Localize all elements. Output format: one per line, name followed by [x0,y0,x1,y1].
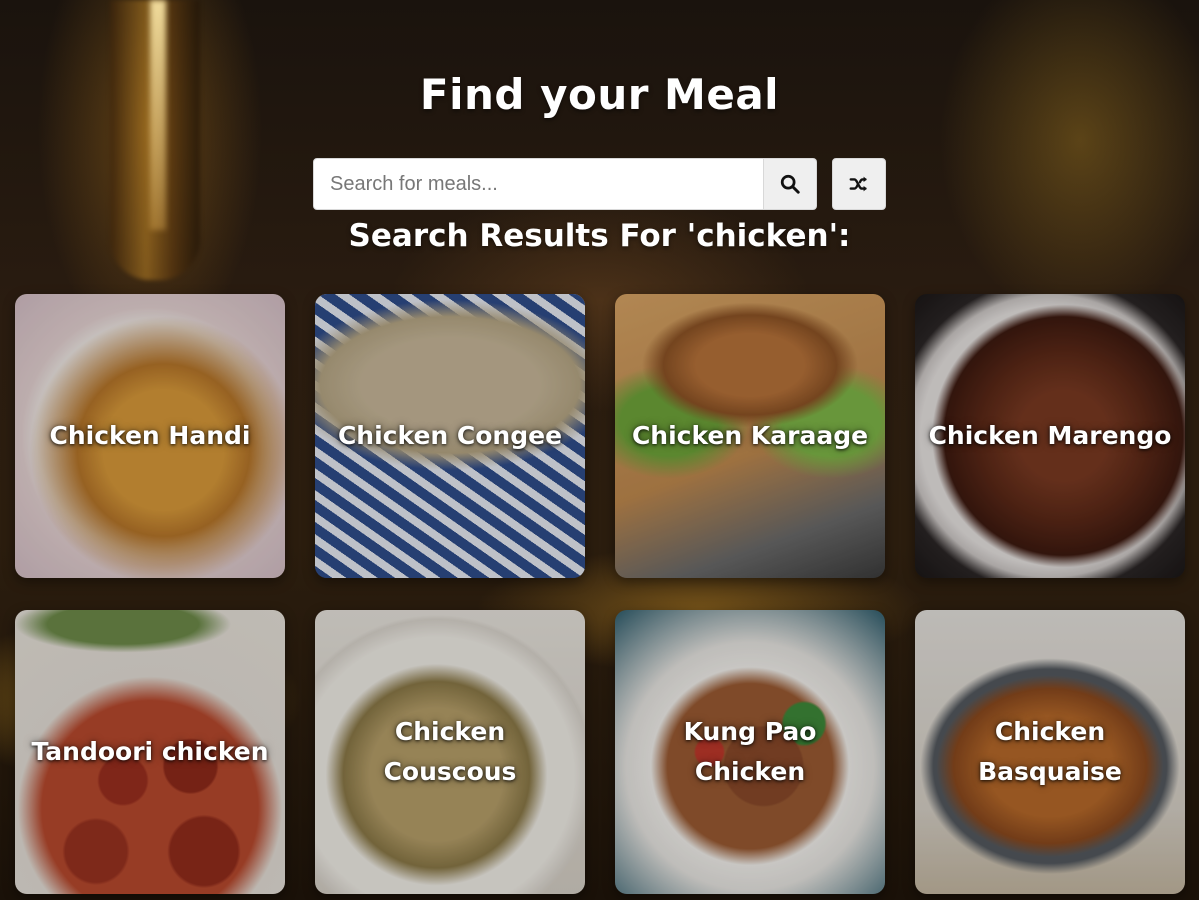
meal-name: Chicken Karaage [631,421,869,450]
meal-card-kung-pao-chicken[interactable]: Kung Pao Chicken [615,610,885,894]
meal-name: Chicken Handi [49,421,251,450]
meal-card-chicken-karaage[interactable]: Chicken Karaage [615,294,885,578]
results-heading: Search Results For 'chicken': [348,218,851,254]
meals-grid: Chicken Handi Chicken Congee Chicken Kar… [15,294,1185,894]
page-title: Find your Meal [419,70,780,119]
search-form [313,158,817,210]
meal-name: Chicken Congee [337,421,563,450]
meal-card-chicken-couscous[interactable]: Chicken Couscous [315,610,585,894]
search-icon [780,174,800,194]
meal-card-chicken-congee[interactable]: Chicken Congee [315,294,585,578]
meal-card-chicken-handi[interactable]: Chicken Handi [15,294,285,578]
meal-card-tandoori-chicken[interactable]: Tandoori chicken [15,610,285,894]
meal-name: Tandoori chicken [31,737,269,766]
search-input[interactable] [313,158,764,210]
shuffle-icon [849,176,867,192]
meal-name: Chicken Marengo [928,421,1172,450]
meal-card-chicken-marengo[interactable]: Chicken Marengo [915,294,1185,578]
search-button[interactable] [764,158,817,210]
meal-name: Kung Pao Chicken [683,717,817,786]
meal-card-chicken-basquaise[interactable]: Chicken Basquaise [915,610,1185,894]
meal-name: Chicken Basquaise [978,717,1122,786]
random-meal-button[interactable] [832,158,886,210]
meal-name: Chicken Couscous [383,717,517,786]
